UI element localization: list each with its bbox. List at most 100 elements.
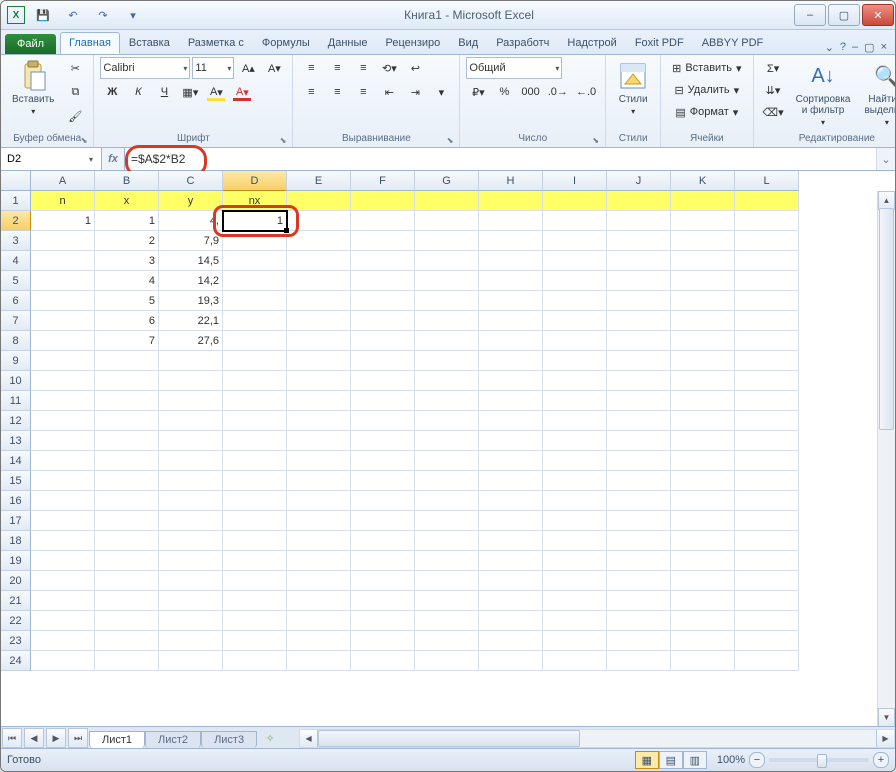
cell[interactable] xyxy=(543,631,607,651)
cell[interactable] xyxy=(607,471,671,491)
cell[interactable] xyxy=(479,271,543,291)
scroll-down-button[interactable]: ▼ xyxy=(878,708,895,727)
mdi-restore-icon[interactable]: ▢ xyxy=(864,41,874,54)
cell[interactable] xyxy=(543,551,607,571)
grow-font-button[interactable]: A▴ xyxy=(236,57,260,79)
cell[interactable] xyxy=(479,371,543,391)
cell[interactable] xyxy=(223,511,287,531)
column-header[interactable]: L xyxy=(735,171,799,191)
tab-разметка с[interactable]: Разметка с xyxy=(179,32,253,54)
cell[interactable] xyxy=(351,471,415,491)
cell[interactable] xyxy=(671,231,735,251)
column-header[interactable]: H xyxy=(479,171,543,191)
cell[interactable]: n xyxy=(31,191,95,211)
cell[interactable] xyxy=(543,591,607,611)
cell[interactable] xyxy=(95,511,159,531)
increase-decimal-button[interactable]: .0→ xyxy=(545,81,571,103)
cell[interactable] xyxy=(479,411,543,431)
cell[interactable] xyxy=(287,611,351,631)
italic-button[interactable]: К xyxy=(126,81,150,103)
cell[interactable] xyxy=(223,231,287,251)
cell[interactable] xyxy=(287,571,351,591)
sheet-nav-next[interactable]: ▶ xyxy=(46,728,66,748)
cell[interactable] xyxy=(479,391,543,411)
cell[interactable] xyxy=(479,251,543,271)
border-button[interactable]: ▦▾ xyxy=(178,81,202,103)
cell[interactable] xyxy=(479,191,543,211)
cell[interactable] xyxy=(415,471,479,491)
row-header[interactable]: 13 xyxy=(1,431,31,451)
cell[interactable] xyxy=(543,491,607,511)
cell[interactable] xyxy=(223,411,287,431)
cell[interactable] xyxy=(351,311,415,331)
cell[interactable]: 1 xyxy=(95,211,159,231)
cell[interactable] xyxy=(287,211,351,231)
cell[interactable] xyxy=(607,591,671,611)
cell[interactable] xyxy=(95,391,159,411)
cell[interactable] xyxy=(735,551,799,571)
cell[interactable] xyxy=(351,371,415,391)
cell[interactable] xyxy=(415,651,479,671)
cell[interactable] xyxy=(415,371,479,391)
cell[interactable] xyxy=(95,611,159,631)
cell[interactable] xyxy=(351,351,415,371)
cell[interactable] xyxy=(607,631,671,651)
cell[interactable] xyxy=(95,411,159,431)
cell[interactable] xyxy=(543,331,607,351)
column-header[interactable]: C xyxy=(159,171,223,191)
cell[interactable] xyxy=(159,551,223,571)
cell[interactable]: 7 xyxy=(95,331,159,351)
cell[interactable] xyxy=(607,351,671,371)
cell[interactable] xyxy=(287,191,351,211)
cell[interactable] xyxy=(351,651,415,671)
cell[interactable]: nx xyxy=(223,191,287,211)
cell[interactable] xyxy=(31,411,95,431)
cell[interactable] xyxy=(31,511,95,531)
cell[interactable] xyxy=(351,431,415,451)
cell[interactable] xyxy=(159,351,223,371)
column-header[interactable]: J xyxy=(607,171,671,191)
cell[interactable] xyxy=(287,591,351,611)
cell[interactable] xyxy=(31,311,95,331)
row-header[interactable]: 7 xyxy=(1,311,31,331)
cell[interactable] xyxy=(735,451,799,471)
help-icon[interactable]: ? xyxy=(840,41,846,54)
cell[interactable]: 3 xyxy=(95,251,159,271)
fill-button[interactable]: ⇊▾ xyxy=(760,79,787,101)
vscroll-thumb[interactable] xyxy=(879,208,894,430)
cell[interactable] xyxy=(607,211,671,231)
merge-button[interactable]: ▾ xyxy=(429,81,453,103)
cell[interactable] xyxy=(223,591,287,611)
cell[interactable] xyxy=(223,531,287,551)
row-header[interactable]: 4 xyxy=(1,251,31,271)
cell[interactable] xyxy=(287,451,351,471)
cell[interactable]: x xyxy=(95,191,159,211)
cell[interactable] xyxy=(31,451,95,471)
currency-button[interactable]: ₽▾ xyxy=(466,81,490,103)
tab-foxit pdf[interactable]: Foxit PDF xyxy=(626,32,693,54)
cell[interactable] xyxy=(543,351,607,371)
cell[interactable]: 1 xyxy=(223,211,287,231)
cell[interactable] xyxy=(95,451,159,471)
row-header[interactable]: 1 xyxy=(1,191,31,211)
cell[interactable] xyxy=(607,511,671,531)
cell[interactable] xyxy=(543,611,607,631)
cell[interactable] xyxy=(735,511,799,531)
cell[interactable] xyxy=(479,331,543,351)
cell[interactable] xyxy=(351,271,415,291)
tab-рецензиро[interactable]: Рецензиро xyxy=(377,32,450,54)
cell[interactable] xyxy=(31,351,95,371)
cell[interactable] xyxy=(543,311,607,331)
tab-данные[interactable]: Данные xyxy=(319,32,377,54)
cell[interactable] xyxy=(543,571,607,591)
format-painter-button[interactable]: 🖌 xyxy=(63,105,87,127)
row-header[interactable]: 18 xyxy=(1,531,31,551)
cell[interactable] xyxy=(415,291,479,311)
cell[interactable] xyxy=(223,431,287,451)
cell[interactable] xyxy=(671,631,735,651)
tab-abbyy pdf[interactable]: ABBYY PDF xyxy=(693,32,773,54)
cell[interactable] xyxy=(95,591,159,611)
cell[interactable] xyxy=(607,191,671,211)
cell[interactable] xyxy=(607,411,671,431)
mdi-minimize-icon[interactable]: – xyxy=(852,41,858,54)
